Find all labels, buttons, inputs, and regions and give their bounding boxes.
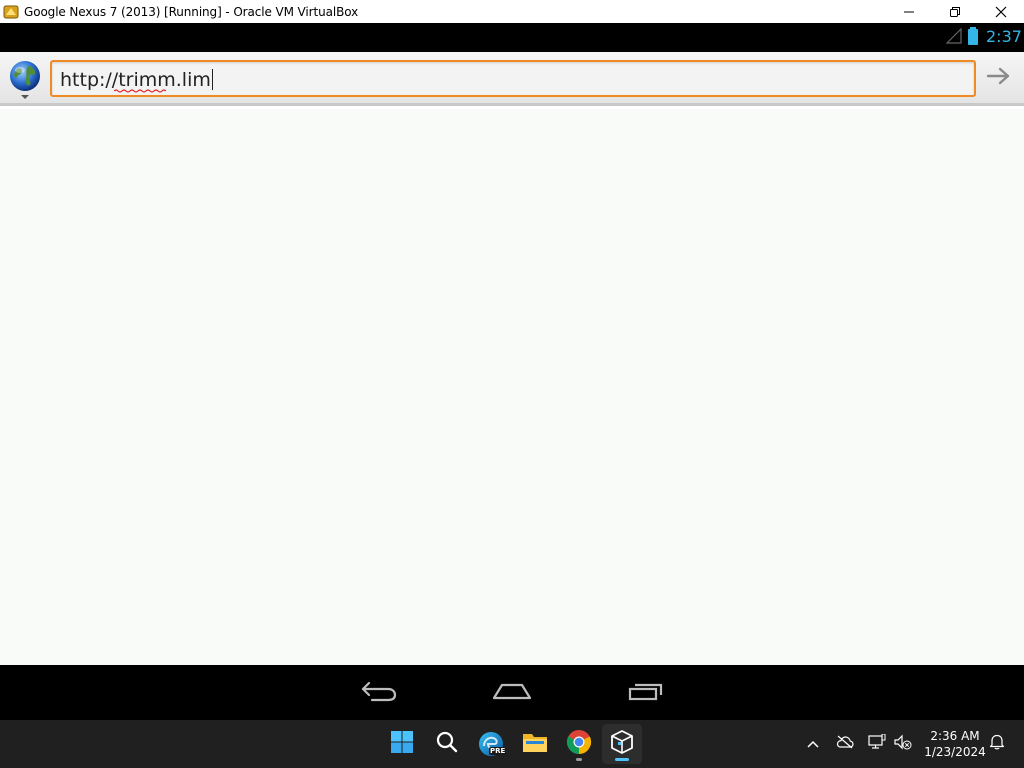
chevron-up-icon — [807, 735, 819, 753]
recent-apps-button[interactable] — [622, 677, 670, 709]
search-icon — [435, 730, 459, 759]
go-button[interactable] — [980, 60, 1018, 97]
android-status-bar: 2:37 — [0, 23, 1024, 52]
chrome-running-indicator — [576, 758, 582, 761]
clock-button[interactable]: 2:36 AM 1/23/2024 — [920, 728, 990, 760]
text-caret — [211, 69, 213, 90]
notifications-button[interactable] — [986, 720, 1008, 768]
home-icon — [492, 681, 532, 706]
taskbar-date: 1/23/2024 — [924, 745, 986, 759]
android-clock: 2:37 — [986, 27, 1022, 46]
back-icon — [360, 680, 398, 707]
onedrive-button[interactable] — [834, 720, 856, 768]
start-button[interactable] — [382, 724, 422, 764]
browser-url-bar: http://trimm.lim — [0, 52, 1024, 106]
chrome-button[interactable] — [559, 724, 599, 764]
notification-bell-icon — [989, 733, 1005, 755]
restore-button[interactable] — [932, 0, 978, 23]
android-nav-bar — [0, 665, 1024, 720]
home-button[interactable] — [488, 677, 536, 709]
globe-icon[interactable] — [8, 60, 42, 100]
show-hidden-icons-button[interactable] — [802, 720, 824, 768]
arrow-right-icon — [986, 66, 1012, 91]
edge-beta-button[interactable]: PRE — [471, 724, 511, 764]
edge-beta-icon: PRE — [478, 731, 507, 757]
window-title: Google Nexus 7 (2013) [Running] - Oracle… — [24, 4, 359, 19]
signal-icon — [945, 27, 962, 49]
window-titlebar[interactable]: Google Nexus 7 (2013) [Running] - Oracle… — [0, 0, 1024, 23]
virtualbox-icon — [609, 729, 635, 760]
start-icon — [390, 730, 414, 759]
close-button[interactable] — [978, 0, 1024, 23]
virtualbox-window-icon — [3, 4, 19, 20]
spellcheck-underline — [114, 89, 166, 93]
cloud-offline-icon — [836, 735, 854, 754]
minimize-button[interactable] — [886, 0, 932, 23]
url-input[interactable]: http://trimm.lim — [50, 60, 976, 97]
recent-apps-icon — [627, 681, 665, 706]
network-icon — [868, 733, 886, 755]
battery-icon — [967, 27, 979, 50]
file-explorer-icon — [522, 731, 548, 758]
volume-button[interactable] — [892, 720, 914, 768]
network-button[interactable] — [866, 720, 888, 768]
search-button[interactable] — [427, 724, 467, 764]
file-explorer-button[interactable] — [515, 724, 555, 764]
url-text: http://trimm.lim — [60, 69, 211, 91]
edge-beta-badge: PRE — [489, 747, 507, 755]
windows-taskbar: PRE 2:36 AM 1/23/2024 — [0, 720, 1024, 768]
chrome-icon — [566, 729, 592, 760]
virtualbox-active-indicator — [615, 758, 629, 761]
web-content-area[interactable] — [0, 109, 1024, 665]
back-button[interactable] — [355, 677, 403, 709]
volume-muted-icon — [894, 734, 912, 755]
virtualbox-button[interactable] — [602, 724, 642, 764]
taskbar-time: 2:36 AM — [930, 729, 980, 743]
